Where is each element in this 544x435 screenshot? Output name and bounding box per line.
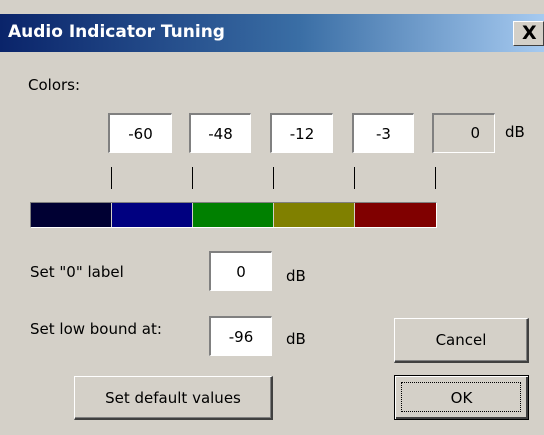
color-segment-2[interactable] bbox=[112, 203, 193, 227]
color-segment-4[interactable] bbox=[274, 203, 355, 227]
ok-button[interactable]: OK bbox=[394, 375, 529, 420]
threshold-tick bbox=[354, 167, 355, 189]
title-bar[interactable]: Audio Indicator Tuning X bbox=[0, 14, 544, 52]
threshold-tick bbox=[111, 167, 112, 189]
top-value-field: 0 bbox=[432, 113, 495, 153]
color-segment-1[interactable] bbox=[31, 203, 112, 227]
low-bound-input[interactable] bbox=[209, 316, 272, 356]
threshold-unit: dB bbox=[505, 123, 525, 141]
dialog-window: Audio Indicator Tuning X Colors: 0 dB Se… bbox=[0, 0, 544, 435]
close-icon: X bbox=[522, 22, 537, 44]
threshold-input-3[interactable] bbox=[270, 113, 333, 153]
low-bound-unit: dB bbox=[286, 330, 306, 348]
threshold-tick bbox=[192, 167, 193, 189]
ok-label: OK bbox=[450, 388, 473, 407]
color-segment-3[interactable] bbox=[193, 203, 274, 227]
threshold-tick bbox=[273, 167, 274, 189]
threshold-input-2[interactable] bbox=[189, 113, 251, 153]
close-button[interactable]: X bbox=[513, 21, 544, 46]
threshold-input-1[interactable] bbox=[108, 113, 172, 153]
color-level-bar bbox=[30, 202, 437, 228]
window-title: Audio Indicator Tuning bbox=[8, 22, 225, 42]
zero-label-caption: Set "0" label bbox=[30, 263, 124, 281]
color-segment-5[interactable] bbox=[355, 203, 436, 227]
cancel-button[interactable]: Cancel bbox=[394, 318, 529, 363]
threshold-tick bbox=[435, 167, 436, 189]
colors-label: Colors: bbox=[28, 76, 81, 94]
set-default-values-button[interactable]: Set default values bbox=[74, 376, 273, 420]
threshold-input-4[interactable] bbox=[352, 113, 414, 153]
zero-label-input[interactable] bbox=[209, 251, 272, 291]
zero-label-unit: dB bbox=[286, 267, 306, 285]
low-bound-caption: Set low bound at: bbox=[30, 320, 162, 338]
